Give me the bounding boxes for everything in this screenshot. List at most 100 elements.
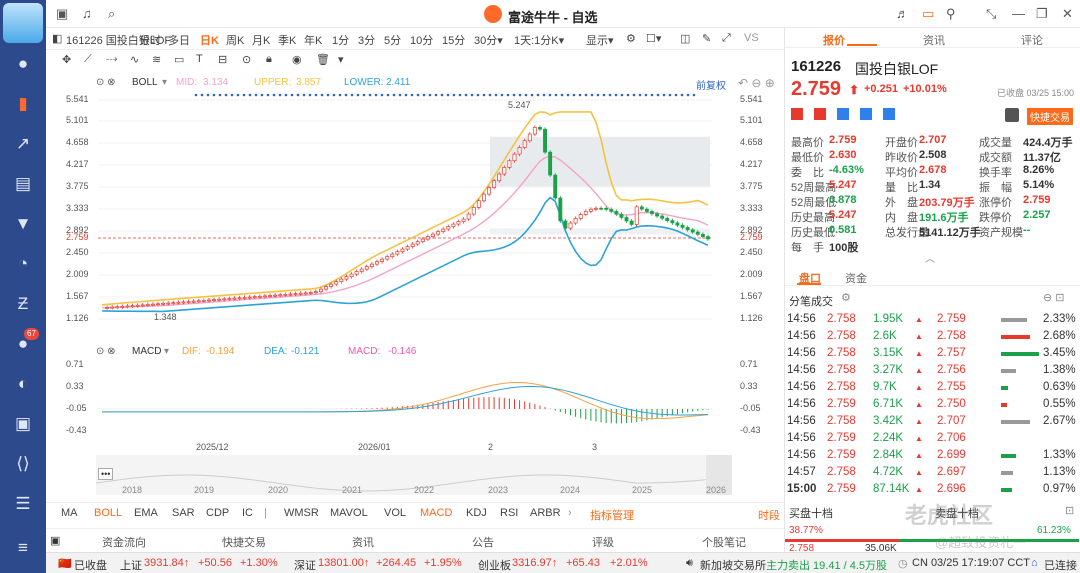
ruler-tool-icon[interactable]: ⊟ [218, 53, 227, 66]
tab-sar[interactable]: SAR [172, 507, 195, 519]
code-icon[interactable]: ⟨⟩ [11, 452, 35, 476]
game-icon[interactable]: ▣ [11, 412, 35, 436]
tf-quarterk[interactable]: 季K [278, 32, 296, 48]
search-icon[interactable]: ⌕ [108, 6, 115, 22]
shirt-icon[interactable]: ⚲ [946, 6, 956, 22]
market-icon[interactable]: ▤ [11, 172, 35, 196]
layout-icon[interactable]: ▣ [56, 6, 68, 22]
tab-cdp[interactable]: CDP [206, 507, 229, 519]
tag-icon[interactable] [814, 108, 827, 120]
nav-rating[interactable]: 评级 [592, 534, 614, 550]
avatar-icon[interactable]: ● [11, 52, 35, 76]
rect-tool-icon[interactable]: ▭ [174, 53, 184, 66]
line-tool-icon[interactable]: ⟋ [84, 53, 92, 66]
maximize-icon[interactable]: ❐ [1036, 6, 1048, 22]
tab-scroll-icon[interactable]: › [568, 507, 572, 519]
magnet-tool-icon[interactable]: ⊙ [242, 53, 251, 66]
text-tool-icon[interactable]: T [196, 53, 203, 65]
tab-ic[interactable]: IC [242, 507, 253, 519]
tab-period[interactable]: 时段 [758, 507, 780, 523]
tab-info[interactable]: 资讯 [923, 32, 945, 48]
tf-duori[interactable]: 多日 [168, 32, 190, 48]
vs-button[interactable]: VS [744, 32, 759, 44]
tf-dayk[interactable]: 日K [200, 32, 219, 48]
tab-mavol[interactable]: MAVOL [330, 507, 368, 519]
more-tool-icon[interactable]: ▾ [338, 53, 344, 66]
nav-announcement[interactable]: 公告 [472, 534, 494, 550]
ticks-settings-icon[interactable]: ⚙ [841, 291, 851, 304]
headset-icon[interactable]: ♬ [896, 6, 909, 21]
tab-quote[interactable]: 报价 [823, 32, 845, 48]
share-icon[interactable] [883, 108, 896, 120]
tf-30min[interactable]: 30分▾ [474, 32, 503, 48]
shrink-icon[interactable]: ⤡ [986, 6, 996, 22]
minimize-icon[interactable]: — [1012, 6, 1025, 21]
pen-icon[interactable]: ✎ [702, 32, 711, 45]
square-icon[interactable]: ☐▾ [646, 32, 661, 45]
camera-icon[interactable]: ◫ [680, 32, 690, 45]
candlestick-chart[interactable]: 5.247 1.348 [46, 70, 784, 500]
tf-1day[interactable]: 1天:1分K▾ [514, 32, 564, 48]
tab-vol[interactable]: VOL [384, 507, 406, 519]
tab-macd[interactable]: MACD [420, 507, 452, 519]
tab-wmsr[interactable]: WMSR [284, 507, 319, 519]
move-icon[interactable]: ✥ [62, 53, 71, 66]
bag-icon[interactable]: ▭ [922, 6, 934, 22]
tab-comment[interactable]: 评论 [1021, 32, 1043, 48]
timeline-overview[interactable]: 2018 2019 2020 2021 2022 2023 2024 2025 2026 ••• [95, 455, 733, 495]
close-icon[interactable]: ✕ [1062, 6, 1073, 22]
tab-kdj[interactable]: KDJ [466, 507, 487, 519]
eye-tool-icon[interactable]: ◉ [292, 53, 302, 66]
app-logo[interactable] [3, 3, 43, 43]
menu-icon[interactable]: ≡ [11, 536, 35, 560]
chart-area[interactable]: ⊙ ⊗ BOLL ▾ MID: 3.134 UPPER: 3.857 LOWER… [46, 70, 784, 500]
pie-icon[interactable]: ◔ [11, 252, 35, 276]
tf-fenshi[interactable]: 分时 [139, 32, 161, 48]
order-book-icon[interactable]: ⊡ [1065, 504, 1074, 517]
trend-icon[interactable]: ↗ [11, 132, 35, 156]
ticks-more-icon[interactable]: ⊖ ⊡ [1043, 291, 1065, 304]
tf-3min[interactable]: 3分 [358, 32, 375, 48]
tab-boll[interactable]: BOLL [94, 507, 122, 519]
tf-weekk[interactable]: 周K [226, 32, 244, 48]
timeline-more-icon[interactable]: ••• [98, 468, 114, 480]
quick-trade-button[interactable]: 快捷交易 [1027, 108, 1073, 125]
display-dropdown[interactable]: 显示▾ [586, 32, 614, 48]
panel-toggle-icon[interactable]: ▣ [50, 534, 60, 547]
tab-ema[interactable]: EMA [134, 507, 158, 519]
expand-icon[interactable]: ⤢ [722, 32, 731, 45]
ray-tool-icon[interactable]: ⤏ [106, 53, 117, 66]
bell-icon[interactable]: ♫ [82, 6, 92, 21]
bell-alert-icon[interactable] [1005, 108, 1019, 122]
tf-monthk[interactable]: 月K [252, 32, 270, 48]
tf-yeark[interactable]: 年K [304, 32, 322, 48]
tf-10min[interactable]: 10分 [410, 32, 433, 48]
zigzag-icon[interactable]: Ƶ [11, 292, 35, 316]
tab-capital[interactable]: 资金 [845, 270, 867, 286]
collapse-icon[interactable]: ︿ [925, 250, 935, 265]
news-ticker[interactable]: 新加坡交易所 [700, 557, 766, 573]
note-icon[interactable] [860, 108, 873, 120]
nav-notes[interactable]: 个股笔记 [702, 534, 746, 550]
tab-ma[interactable]: MA [61, 507, 78, 519]
circle-icon[interactable]: ◐ [11, 372, 35, 396]
lock-tool-icon[interactable]: 🔒︎ [266, 53, 272, 66]
tf-5min[interactable]: 5分 [384, 32, 401, 48]
trash-tool-icon[interactable]: 🗑︎ [316, 53, 330, 66]
wave-tool-icon[interactable]: ∿ [130, 53, 139, 66]
filter-icon[interactable]: ▼ [11, 212, 35, 236]
tab-rsi[interactable]: RSI [500, 507, 518, 519]
tab-more-icon[interactable]: | [264, 507, 267, 519]
doc-icon[interactable]: ☰ [11, 492, 35, 516]
link-icon[interactable] [837, 108, 850, 120]
nav-news[interactable]: 资讯 [352, 534, 374, 550]
tab-indicator-manage[interactable]: 指标管理 [590, 507, 634, 523]
nav-quick-trade[interactable]: 快捷交易 [222, 534, 266, 550]
chart-icon[interactable]: ▮ [11, 92, 35, 116]
nav-capital-flow[interactable]: 资金流向 [102, 534, 146, 550]
sidebar-toggle-icon[interactable]: ◧ [52, 32, 62, 45]
tab-arbr[interactable]: ARBR [530, 507, 561, 519]
fib-tool-icon[interactable]: ≋ [152, 53, 161, 66]
tf-1min[interactable]: 1分 [332, 32, 349, 48]
tf-15min[interactable]: 15分 [442, 32, 465, 48]
